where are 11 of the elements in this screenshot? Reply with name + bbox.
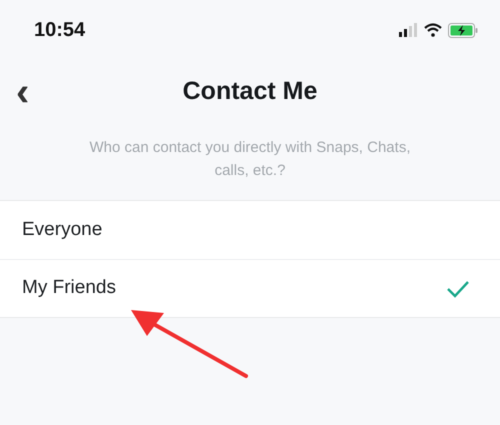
- option-label: My Friends: [22, 276, 116, 300]
- back-button[interactable]: ‹: [16, 72, 30, 112]
- description-text: Who can contact you directly with Snaps, Chats, calls, etc.?: [88, 138, 412, 181]
- status-time: 10:54: [34, 18, 86, 43]
- signal-icon: [398, 23, 418, 37]
- option-label: Everyone: [22, 218, 102, 242]
- option-row[interactable]: Everyone: [0, 201, 500, 259]
- page-title: Contact Me: [182, 76, 318, 108]
- battery-charging-icon: [448, 22, 478, 38]
- checkmark-icon: [446, 280, 470, 298]
- wifi-icon: [424, 23, 442, 37]
